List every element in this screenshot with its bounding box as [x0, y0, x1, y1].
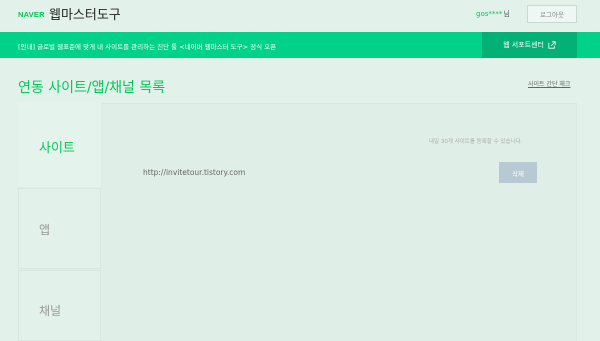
- tab-app[interactable]: [18, 188, 101, 269]
- tab-site-label[interactable]: 사이트: [39, 137, 75, 156]
- naver-logo[interactable]: NAVER: [18, 10, 45, 19]
- external-link-icon: [548, 41, 556, 49]
- site-check-link[interactable]: 사이트 간단 체크: [528, 79, 570, 88]
- support-center-button[interactable]: 웹 서포트센터: [482, 32, 577, 58]
- notice-bar: [안내] 글로벌 웹표준에 맞게 내 사이트를 관리하는 진단 툴 <네이버 웹…: [0, 32, 600, 58]
- logout-button[interactable]: 로그아웃: [527, 5, 577, 23]
- support-center-label: 웹 서포트센터: [503, 41, 544, 49]
- user-id: gos****: [476, 10, 503, 18]
- site-url[interactable]: http://invitetour.tistory.com: [143, 168, 245, 177]
- tab-channel-label[interactable]: 채널: [39, 302, 61, 319]
- delete-site-button[interactable]: 삭제: [499, 162, 537, 183]
- notice-text[interactable]: [안내] 글로벌 웹표준에 맞게 내 사이트를 관리하는 진단 툴 <네이버 웹…: [18, 41, 276, 51]
- top-header: NAVER 웹마스터도구 gos****님 로그아웃: [0, 0, 600, 31]
- registration-limit-note: 내일 30개 사이트를 등록할 수 있습니다.: [429, 139, 523, 145]
- page-title: 연동 사이트/앱/채널 목록: [18, 80, 166, 96]
- user-name: gos****님: [476, 9, 510, 19]
- webmaster-tools-title[interactable]: 웹마스터도구: [49, 4, 121, 23]
- tab-app-label[interactable]: 앱: [39, 221, 50, 238]
- user-suffix: 님: [503, 10, 510, 18]
